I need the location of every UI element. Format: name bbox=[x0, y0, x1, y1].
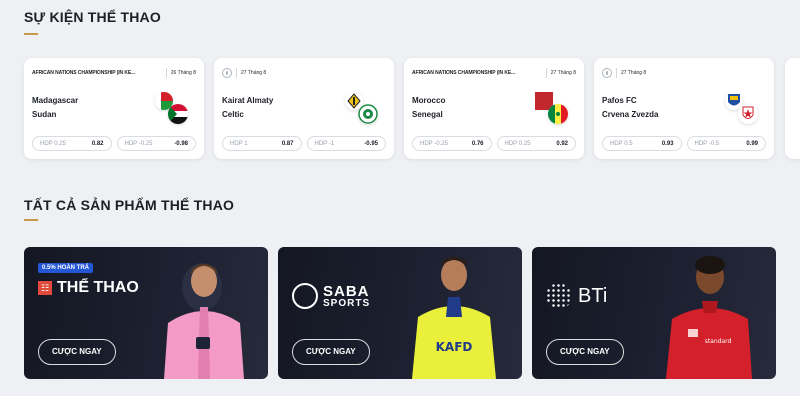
bet-now-button[interactable]: CƯỢC NGAY bbox=[546, 339, 624, 365]
player-image: KAFD bbox=[412, 257, 496, 379]
event-date: 26 Tháng 8 bbox=[170, 70, 196, 76]
brand-logo: SABA SPORTS bbox=[292, 283, 370, 309]
brand-name: SABA bbox=[323, 282, 370, 300]
player-image: standard bbox=[666, 256, 752, 379]
league-trophy-icon bbox=[602, 68, 612, 78]
odds-button[interactable]: HDP -0.25 -0.98 bbox=[116, 136, 196, 151]
event-card[interactable]: AFRICAN NATIONS CHAMPIONSHIP (IN KE... 2… bbox=[24, 58, 204, 159]
event-date: 27 Tháng 8 bbox=[621, 70, 647, 76]
senegal-flag-icon bbox=[548, 104, 568, 124]
events-title-underline bbox=[24, 33, 38, 35]
celtic-crest-icon bbox=[358, 104, 378, 124]
odds-button[interactable]: HDP 0.25 0.82 bbox=[32, 136, 112, 151]
bti-dots-icon bbox=[546, 283, 572, 309]
brand-name: THỂ THAO bbox=[57, 279, 139, 296]
odds-button[interactable]: HDP -0.5 0.99 bbox=[686, 136, 766, 151]
brand-logo: ☷ THỂ THAO bbox=[38, 279, 139, 297]
brand-mark-icon: ☷ bbox=[38, 281, 52, 295]
odds-button[interactable]: HDP 0.5 0.93 bbox=[602, 136, 682, 151]
products-section-title: TẤT CẢ SẢN PHẨM THỂ THAO bbox=[24, 197, 235, 213]
event-date: 27 Tháng 8 bbox=[241, 70, 267, 76]
crvena-zvezda-crest-icon bbox=[738, 104, 758, 124]
brand-name: BTi bbox=[578, 284, 608, 307]
odds-button[interactable]: HDP 1 0.87 bbox=[222, 136, 302, 151]
bet-now-button[interactable]: CƯỢC NGAY bbox=[38, 339, 116, 365]
league-trophy-icon bbox=[222, 68, 232, 78]
player-image bbox=[164, 263, 244, 379]
brand-sub: SPORTS bbox=[323, 297, 371, 309]
products-grid: 0.5% HOÀN TRẢ ☷ THỂ THAO CƯỢC NGAY KAFD … bbox=[24, 247, 776, 379]
promo-badge: 0.5% HOÀN TRẢ bbox=[38, 263, 94, 273]
event-league: AFRICAN NATIONS CHAMPIONSHIP (IN KE... bbox=[412, 70, 515, 76]
events-carousel: AFRICAN NATIONS CHAMPIONSHIP (IN KE... 2… bbox=[24, 58, 800, 160]
event-date: 27 Tháng 8 bbox=[550, 70, 576, 76]
brand-logo: BTi bbox=[546, 283, 607, 309]
product-card-saba-sports[interactable]: KAFD SABA SPORTS CƯỢC NGAY bbox=[278, 247, 522, 379]
events-section-title: SỰ KIỆN THỂ THAO bbox=[24, 9, 161, 25]
event-league: AFRICAN NATIONS CHAMPIONSHIP (IN KE... bbox=[32, 70, 135, 76]
saba-logo-icon bbox=[292, 283, 318, 309]
odds-button[interactable]: HDP -1 -0.95 bbox=[306, 136, 386, 151]
event-card[interactable]: 27 Tháng 8 Kairat Almaty Celtic HDP 1 0.… bbox=[214, 58, 394, 159]
svg-text:standard: standard bbox=[705, 338, 732, 345]
odds-button[interactable]: HDP -0.25 0.76 bbox=[412, 136, 492, 151]
sudan-flag-icon bbox=[168, 104, 188, 124]
product-card-the-thao[interactable]: 0.5% HOÀN TRẢ ☷ THỂ THAO CƯỢC NGAY bbox=[24, 247, 268, 379]
svg-text:KAFD: KAFD bbox=[436, 340, 473, 354]
event-card[interactable]: 27 Tháng 8 Pafos FC Crvena Zvezda HDP 0.… bbox=[594, 58, 774, 159]
bet-now-button[interactable]: CƯỢC NGAY bbox=[292, 339, 370, 365]
odds-button[interactable]: HDP 0.25 0.92 bbox=[496, 136, 576, 151]
event-card-partial[interactable] bbox=[785, 58, 800, 159]
event-card[interactable]: AFRICAN NATIONS CHAMPIONSHIP (IN KE... 2… bbox=[404, 58, 584, 159]
product-card-bti[interactable]: standard BTi CƯỢC NGAY bbox=[532, 247, 776, 379]
products-title-underline bbox=[24, 219, 38, 221]
